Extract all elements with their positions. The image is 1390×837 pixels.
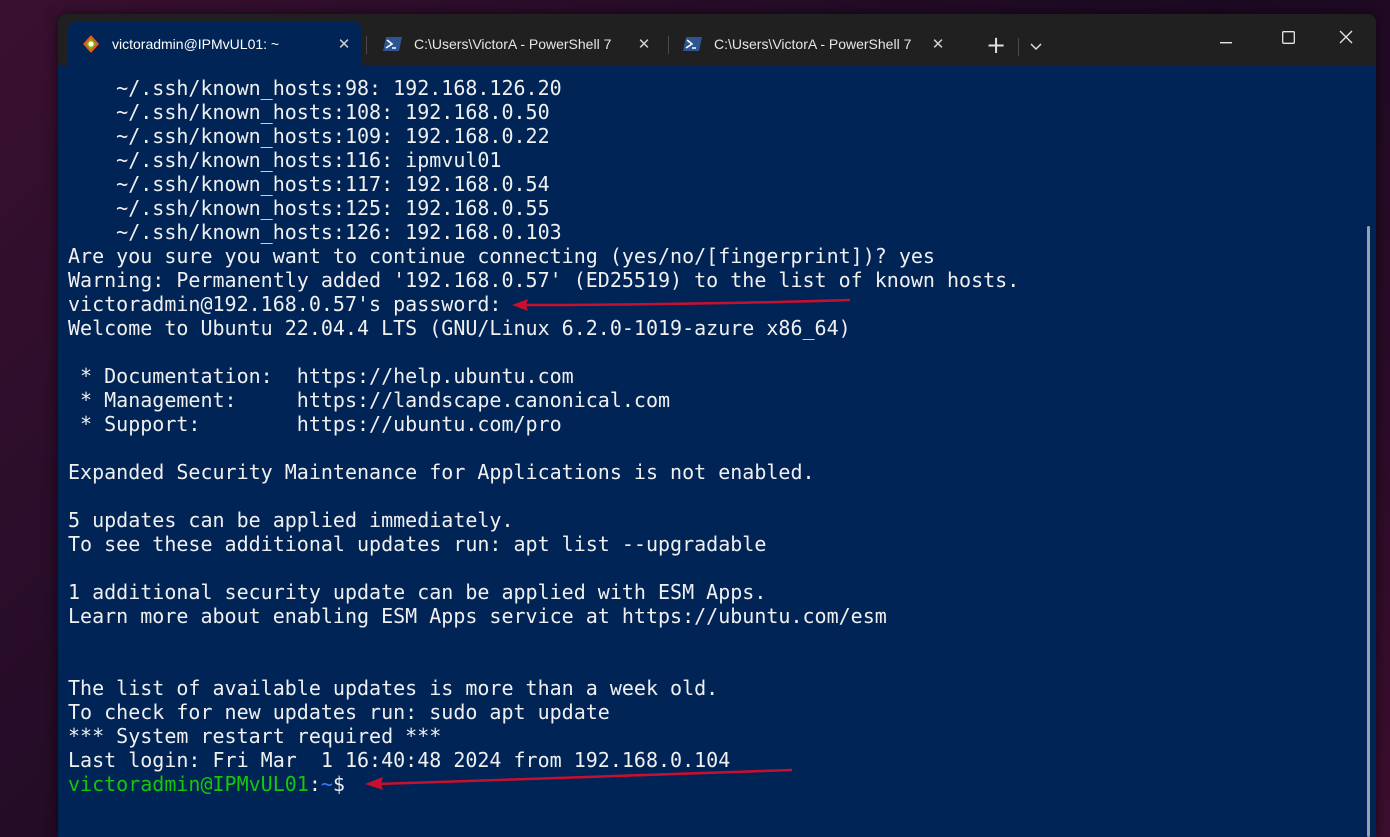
- minimize-button[interactable]: [1198, 14, 1254, 62]
- title-bar: victoradmin@IPMvUL01: ~ ✕ C:\Users\Victo…: [58, 14, 1376, 66]
- terminal-line: Welcome to Ubuntu 22.04.4 LTS (GNU/Linux…: [68, 316, 851, 340]
- toolbar-divider: [1018, 38, 1019, 56]
- terminal-line: ~/.ssh/known_hosts:109: 192.168.0.22: [68, 124, 550, 148]
- terminal-line: Last login: Fri Mar 1 16:40:48 2024 from…: [68, 748, 731, 772]
- tab-powershell-1[interactable]: C:\Users\VictorA - PowerShell 7 ✕: [370, 22, 666, 66]
- prompt-path: ~: [320, 772, 333, 796]
- terminal-line: 1 additional security update can be appl…: [68, 580, 767, 604]
- tab-title: victoradmin@IPMvUL01: ~: [112, 36, 280, 52]
- prompt-sign: $: [332, 772, 345, 796]
- chevron-down-icon: [1030, 36, 1042, 55]
- powershell-icon: [382, 33, 404, 55]
- close-tab-icon[interactable]: ✕: [632, 32, 656, 56]
- terminal-line: To check for new updates run: sudo apt u…: [68, 700, 610, 724]
- terminal-line: ~/.ssh/known_hosts:117: 192.168.0.54: [68, 172, 550, 196]
- terminal-lines: ~/.ssh/known_hosts:98: 192.168.126.20 ~/…: [68, 76, 1376, 772]
- terminal-line: * Documentation: https://help.ubuntu.com: [68, 364, 574, 388]
- vertical-scrollbar[interactable]: [1367, 226, 1370, 837]
- terminal-line: Warning: Permanently added '192.168.0.57…: [68, 268, 1020, 292]
- tab-powershell-2[interactable]: C:\Users\VictorA - PowerShell 7 ✕: [670, 22, 960, 66]
- terminal-line: ~/.ssh/known_hosts:98: 192.168.126.20: [68, 76, 562, 100]
- terminal-line: ~/.ssh/known_hosts:126: 192.168.0.103: [68, 220, 562, 244]
- plus-icon: +: [985, 31, 1007, 59]
- close-tab-icon[interactable]: ✕: [926, 32, 950, 56]
- tab-title: C:\Users\VictorA - PowerShell 7: [714, 36, 912, 52]
- terminal-line: * Management: https://landscape.canonica…: [68, 388, 671, 412]
- tab-divider: [366, 36, 367, 54]
- new-tab-button[interactable]: +: [976, 28, 1016, 62]
- terminal-window: victoradmin@IPMvUL01: ~ ✕ C:\Users\Victo…: [58, 14, 1376, 837]
- prompt-user: victoradmin@IPMvUL01: [68, 772, 309, 796]
- tab-dropdown-button[interactable]: [1020, 28, 1052, 62]
- tab-ubuntu-ssh[interactable]: victoradmin@IPMvUL01: ~ ✕: [68, 22, 362, 66]
- terminal-line: 5 updates can be applied immediately.: [68, 508, 514, 532]
- terminal-line: ~/.ssh/known_hosts:116: ipmvul01: [68, 148, 502, 172]
- close-window-button[interactable]: [1318, 14, 1374, 62]
- terminal-line: Expanded Security Maintenance for Applic…: [68, 460, 815, 484]
- terminal-line: victoradmin@192.168.0.57's password:: [68, 292, 502, 316]
- terminal-line: ~/.ssh/known_hosts:108: 192.168.0.50: [68, 100, 550, 124]
- close-icon: [1339, 29, 1353, 48]
- linux-penguin-icon: [80, 33, 102, 55]
- terminal-line: Learn more about enabling ESM Apps servi…: [68, 604, 887, 628]
- maximize-icon: [1281, 29, 1295, 48]
- tab-title: C:\Users\VictorA - PowerShell 7: [414, 36, 612, 52]
- terminal-line: ~/.ssh/known_hosts:125: 192.168.0.55: [68, 196, 550, 220]
- terminal-line: To see these additional updates run: apt…: [68, 532, 767, 556]
- terminal-line: Are you sure you want to continue connec…: [68, 244, 935, 268]
- prompt-separator: :: [308, 772, 321, 796]
- minimize-icon: [1220, 29, 1232, 48]
- terminal-line: * Support: https://ubuntu.com/pro: [68, 412, 562, 436]
- terminal-line: *** System restart required ***: [68, 724, 442, 748]
- shell-prompt[interactable]: victoradmin@IPMvUL01:~$: [68, 772, 1376, 796]
- terminal-line: The list of available updates is more th…: [68, 676, 719, 700]
- close-tab-icon[interactable]: ✕: [332, 32, 356, 56]
- maximize-button[interactable]: [1260, 14, 1316, 62]
- tab-divider: [668, 36, 669, 54]
- powershell-icon: [682, 33, 704, 55]
- terminal-output[interactable]: ~/.ssh/known_hosts:98: 192.168.126.20 ~/…: [58, 66, 1376, 837]
